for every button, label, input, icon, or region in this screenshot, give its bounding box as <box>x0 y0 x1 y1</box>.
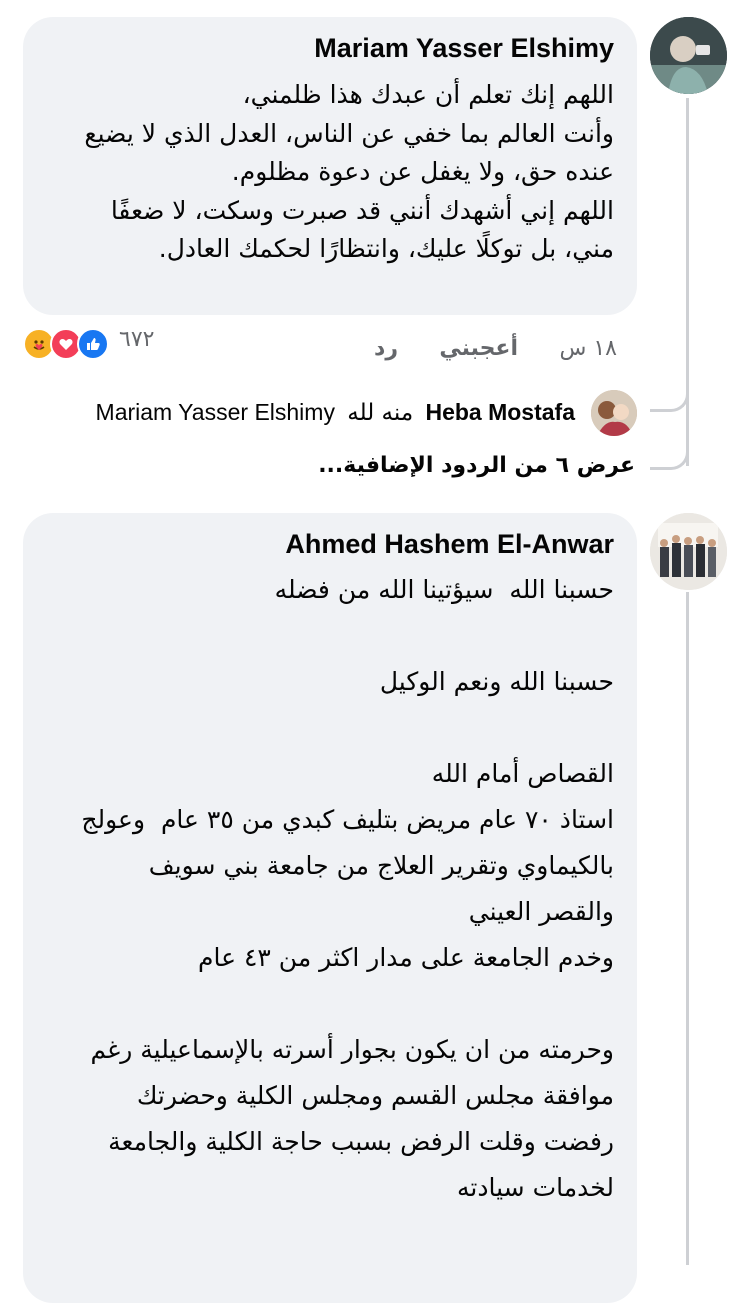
profile-photo-icon <box>591 390 637 436</box>
avatar[interactable] <box>650 17 727 94</box>
reply-author[interactable]: Heba Mostafa <box>425 399 575 425</box>
like-icon <box>77 328 109 360</box>
thread-curve-1 <box>650 380 689 412</box>
reply-line: Heba Mostafa منه لله Mariam Yasser Elshi… <box>96 399 575 426</box>
comment-bubble: Mariam Yasser Elshimy اللهم إنك تعلم أن … <box>23 17 637 315</box>
comment-text: حسبنا الله سيؤتينا الله من فضله حسبنا ال… <box>81 575 614 1202</box>
profile-photo-icon <box>650 513 727 590</box>
thread-curve-2 <box>650 440 689 470</box>
thread-line <box>686 98 689 466</box>
comment-text: اللهم إنك تعلم أن عبدك هذا ظلمني، وأنت ا… <box>84 80 614 263</box>
reaction-summary[interactable]: ٦٧٢ <box>23 325 173 361</box>
comment-bubble: Ahmed Hashem El-Anwar حسبنا الله سيؤتينا… <box>23 513 637 1303</box>
reply-mention[interactable]: Mariam Yasser Elshimy <box>96 399 335 425</box>
thread-line-2 <box>686 592 689 1265</box>
reply-text: منه لله <box>347 400 414 426</box>
like-button[interactable]: أعجبني <box>439 336 518 361</box>
comment-author[interactable]: Mariam Yasser Elshimy <box>314 33 614 64</box>
reaction-count: ٦٧٢ <box>119 327 155 352</box>
reply-button[interactable]: رد <box>374 336 398 361</box>
comment-actions: ١٨ س أعجبني رد <box>300 332 620 368</box>
comment-author[interactable]: Ahmed Hashem El-Anwar <box>285 529 614 560</box>
profile-photo-icon <box>650 17 727 94</box>
avatar[interactable] <box>650 513 727 590</box>
reply-avatar[interactable] <box>591 390 637 436</box>
comment-time[interactable]: ١٨ س <box>560 336 618 361</box>
view-more-replies[interactable]: عرض ٦ من الردود الإضافية... <box>318 453 635 478</box>
